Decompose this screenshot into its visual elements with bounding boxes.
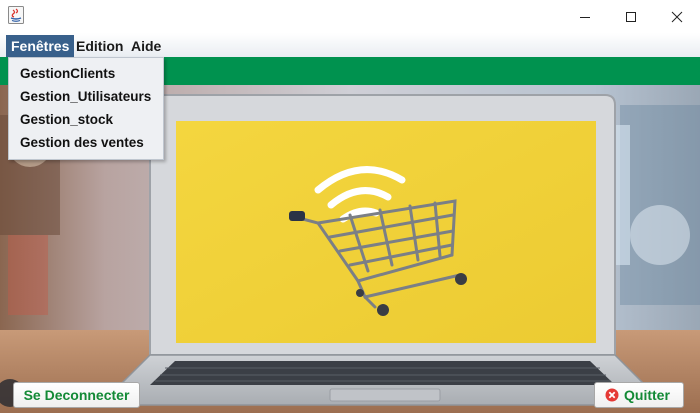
menu-item-gestion-clients[interactable]: GestionClients (20, 66, 115, 81)
close-window-button[interactable] (654, 0, 700, 33)
menu-aide[interactable]: Aide (126, 35, 166, 57)
quit-label: Quitter (624, 387, 670, 403)
java-app-icon (8, 6, 24, 24)
disconnect-button[interactable]: Se Deconnecter (13, 382, 140, 408)
quit-button[interactable]: Quitter (594, 382, 684, 408)
menu-fenetres[interactable]: Fenêtres (6, 35, 75, 57)
menu-edition[interactable]: Edition (71, 35, 128, 57)
menu-item-gestion-utilisateurs[interactable]: Gestion_Utilisateurs (20, 89, 151, 104)
minimize-icon (580, 16, 590, 18)
title-bar (0, 0, 700, 33)
menu-item-gestion-stock[interactable]: Gestion_stock (20, 112, 113, 127)
menu-bar: Fenêtres Edition Aide (0, 33, 700, 58)
maximize-button[interactable] (608, 0, 654, 33)
quit-icon (605, 388, 619, 402)
disconnect-label: Se Deconnecter (23, 387, 130, 403)
minimize-button[interactable] (562, 0, 608, 33)
fenetres-dropdown-menu: GestionClients Gestion_Utilisateurs Gest… (8, 57, 164, 160)
close-icon (671, 11, 683, 22)
menu-item-gestion-ventes[interactable]: Gestion des ventes (20, 135, 144, 150)
maximize-icon (626, 11, 636, 22)
